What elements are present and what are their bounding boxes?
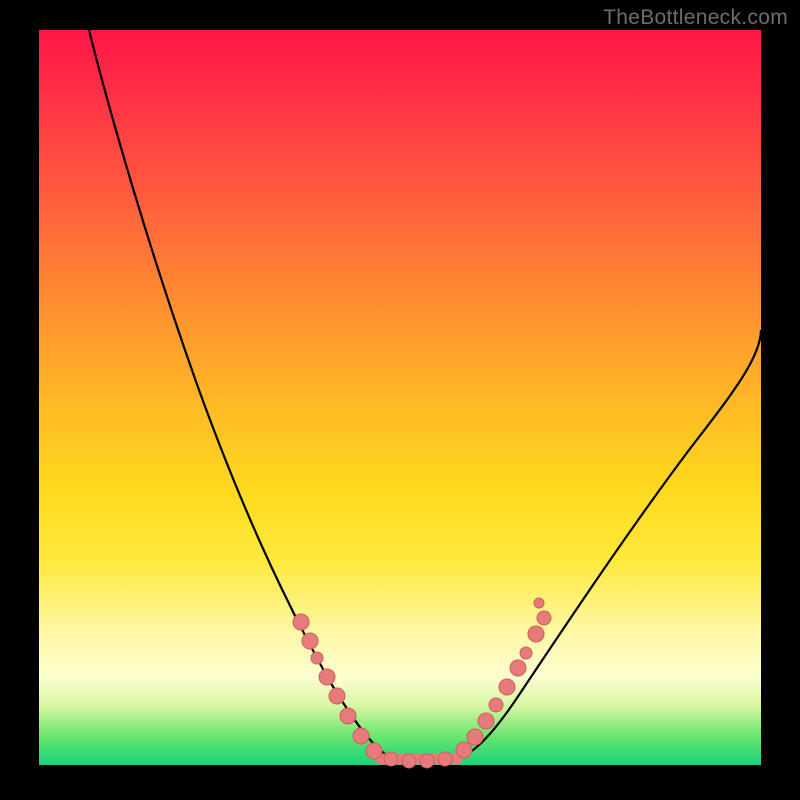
- bottleneck-curve: [89, 30, 761, 762]
- chart-frame: TheBottleneck.com: [0, 0, 800, 800]
- curve-svg: [39, 30, 761, 765]
- plot-area: [39, 30, 761, 765]
- marker-cluster-right: [456, 598, 551, 758]
- marker-cluster-left: [293, 614, 382, 759]
- watermark-text: TheBottleneck.com: [603, 6, 788, 30]
